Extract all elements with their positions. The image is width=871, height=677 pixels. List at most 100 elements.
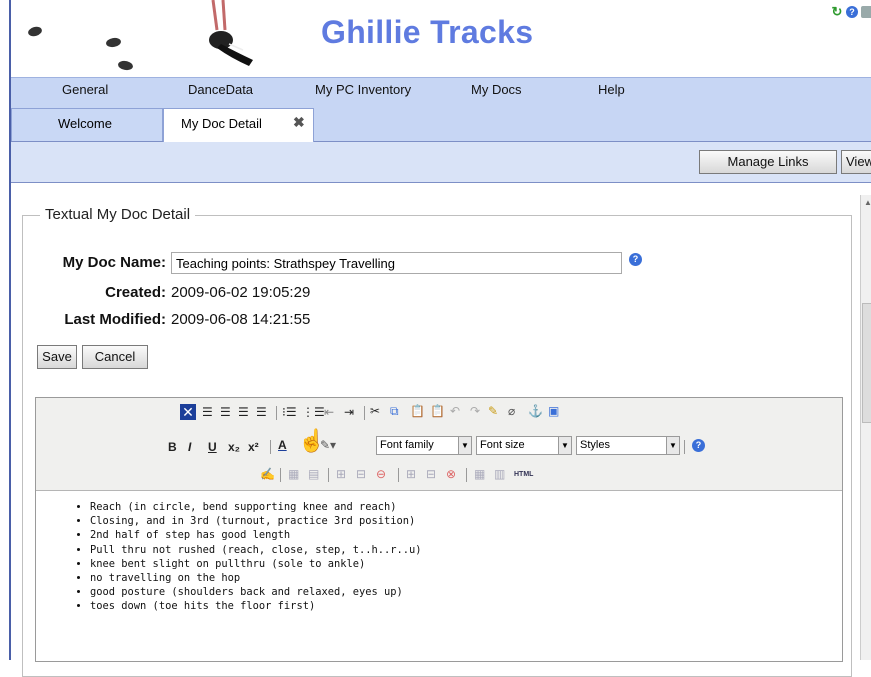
menu-item-my-docs[interactable]: My Docs [471, 82, 522, 97]
split-cells-icon[interactable]: ▥ [494, 467, 505, 481]
menu-item-general[interactable]: General [62, 82, 108, 97]
table-icon[interactable]: ▦ [288, 467, 299, 481]
chevron-down-icon: ▼ [458, 437, 471, 454]
font-family-select[interactable]: Font family ▼ [376, 436, 472, 455]
bullet-list-icon[interactable]: ⁝☰ [282, 405, 297, 419]
anchor-icon[interactable]: ⚓ [528, 404, 543, 418]
help-icon[interactable]: ? [692, 439, 705, 452]
insert-col-after-icon[interactable]: ⊟ [426, 467, 436, 481]
cancel-button[interactable]: Cancel [82, 345, 148, 369]
font-size-select[interactable]: Font size ▼ [476, 436, 572, 455]
header-icons: ↻ ? [831, 5, 871, 18]
refresh-icon[interactable]: ↻ [831, 5, 843, 18]
menu-item-dancedata[interactable]: DanceData [188, 82, 253, 97]
styles-select[interactable]: Styles ▼ [576, 436, 680, 455]
tab-label: Welcome [58, 116, 112, 131]
editor-content[interactable]: Reach (in circle, bend supporting knee a… [76, 500, 422, 614]
align-right-icon[interactable]: ☰ [238, 405, 249, 419]
paste-text-icon[interactable]: 📋 [430, 404, 445, 418]
tab-label: My Doc Detail [181, 116, 262, 131]
footprint-decoration [105, 36, 122, 49]
view-button[interactable]: View [841, 150, 871, 174]
doc-name-label: My Doc Name: [62, 254, 166, 271]
app-header: Ghillie Tracks ↻ ? [11, 0, 871, 77]
indent-icon[interactable]: ⇥ [344, 405, 354, 419]
insert-row-after-icon[interactable]: ⊟ [356, 467, 366, 481]
superscript-icon[interactable]: x² [248, 440, 259, 454]
link-icon[interactable]: ⌀ [508, 404, 515, 418]
toolbar-separator [280, 468, 281, 482]
scroll-up-arrow-icon[interactable]: ▲ [864, 198, 871, 207]
cleanup-icon[interactable]: ✎ [488, 404, 498, 418]
outdent-icon[interactable]: ⇤ [324, 405, 334, 419]
last-modified-value: 2009-06-08 14:21:55 [171, 311, 311, 328]
doc-name-field[interactable] [171, 252, 622, 274]
styles-value: Styles [580, 439, 610, 451]
menu-item-help[interactable]: Help [598, 82, 625, 97]
footprint-decoration [117, 59, 134, 72]
list-item: knee bent slight on pullthru (sole to an… [90, 557, 422, 571]
rich-text-editor: ✕ ☰ ☰ ☰ ☰ ⁝☰ ⋮☰ ⇤ ⇥ ✂ ⧉ 📋 📋 ↶ ↷ ✎ ⌀ ⚓ ▣ … [35, 397, 843, 662]
scroll-thumb[interactable] [862, 303, 871, 423]
toolbar-separator [364, 406, 365, 420]
last-modified-label: Last Modified: [64, 311, 166, 328]
toolbar-separator [466, 468, 467, 482]
app-title: Ghillie Tracks [321, 14, 534, 50]
italic-icon[interactable]: I [188, 440, 191, 454]
insert-row-before-icon[interactable]: ⊞ [336, 467, 346, 481]
insert-col-before-icon[interactable]: ⊞ [406, 467, 416, 481]
underline-icon[interactable]: U [208, 440, 217, 454]
footprint-decoration [27, 25, 43, 38]
list-item: toes down (toe hits the floor first) [90, 599, 422, 613]
font-size-value: Font size [480, 439, 525, 451]
numbered-list-icon[interactable]: ⋮☰ [302, 405, 325, 419]
save-button[interactable]: Save [37, 345, 77, 369]
undo-icon[interactable]: ↶ [450, 404, 460, 418]
chevron-down-icon: ▼ [666, 437, 679, 454]
align-left-icon[interactable]: ☰ [202, 405, 213, 419]
list-item: Closing, and in 3rd (turnout, practice 3… [90, 514, 422, 528]
subscript-icon[interactable]: x₂ [228, 440, 240, 454]
toolbar-separator [398, 468, 399, 482]
toolbar-separator [270, 440, 271, 454]
mode-toggle-icon[interactable]: ✕ [180, 404, 196, 420]
table-props-icon[interactable]: ▤ [308, 467, 319, 481]
help-icon[interactable]: ? [846, 6, 858, 18]
main-menu: General DanceData My PC Inventory My Doc… [11, 77, 871, 104]
manage-links-button[interactable]: Manage Links [699, 150, 837, 174]
tab-welcome[interactable]: Welcome [11, 108, 163, 141]
delete-row-icon[interactable]: ⊖ [376, 467, 386, 481]
redo-icon[interactable]: ↷ [470, 404, 480, 418]
list-item: 2nd half of step has good length [90, 528, 422, 542]
edit-icon[interactable]: ✍ [260, 467, 275, 481]
align-center-icon[interactable]: ☰ [220, 405, 231, 419]
paste-icon[interactable]: 📋 [410, 404, 425, 418]
print-icon[interactable] [861, 6, 871, 18]
font-family-value: Font family [380, 439, 434, 451]
close-icon[interactable]: ✖ [293, 114, 305, 131]
created-value: 2009-06-02 19:05:29 [171, 284, 311, 301]
highlight-color-icon[interactable]: ✎▾ [320, 438, 336, 452]
vertical-scrollbar[interactable]: ▲ [860, 195, 871, 660]
tab-my-doc-detail[interactable]: My Doc Detail ✖ [163, 108, 314, 142]
help-icon[interactable]: ? [629, 253, 642, 266]
merge-cells-icon[interactable]: ▦ [474, 467, 485, 481]
toolbar-separator [684, 440, 685, 454]
font-color-icon[interactable]: A [278, 438, 287, 452]
dancer-logo-icon [209, 0, 253, 66]
copy-icon[interactable]: ⧉ [390, 404, 399, 418]
list-item: no travelling on the hop [90, 571, 422, 585]
chevron-down-icon: ▼ [558, 437, 571, 454]
menu-item-my-pc-inventory[interactable]: My PC Inventory [315, 82, 411, 97]
image-icon[interactable]: ▣ [548, 404, 559, 418]
action-toolbar: Manage Links View [11, 142, 871, 183]
bold-icon[interactable]: B [168, 440, 177, 454]
list-item: good posture (shoulders back and relaxed… [90, 585, 422, 599]
cut-icon[interactable]: ✂ [370, 404, 380, 418]
app-window: Ghillie Tracks ↻ ? General DanceData My … [9, 0, 871, 677]
delete-col-icon[interactable]: ⊗ [446, 467, 456, 481]
fieldset-legend: Textual My Doc Detail [40, 206, 196, 223]
html-source-icon[interactable]: HTML [514, 468, 533, 482]
align-justify-icon[interactable]: ☰ [256, 405, 267, 419]
editor-toolbar: ✕ ☰ ☰ ☰ ☰ ⁝☰ ⋮☰ ⇤ ⇥ ✂ ⧉ 📋 📋 ↶ ↷ ✎ ⌀ ⚓ ▣ … [36, 398, 842, 491]
